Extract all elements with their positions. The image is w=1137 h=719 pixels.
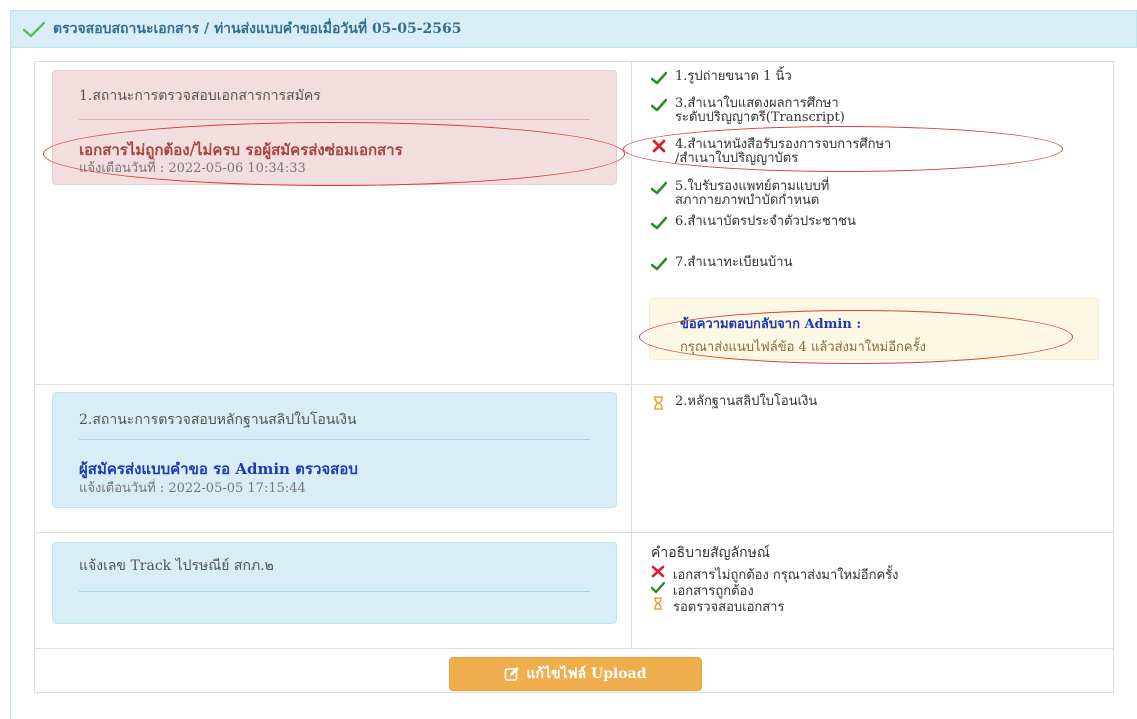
document-item-label: 5.ใบรับรองแพทย์ตามแบบที่ (675, 179, 830, 194)
admin-message-body: กรุณาส่งแนบไฟล์ข้อ 4 แล้วส่งมาใหม่อีกครั… (680, 340, 926, 355)
document-item-label: 6.สำเนาบัตรประจำตัวประชาชน (675, 214, 856, 229)
hourglass-icon (654, 597, 662, 610)
payment-notify-date: แจ้งเตือนวันที่ : 2022-05-05 17:15:44 (79, 481, 306, 496)
document-item-label: ระดับปริญญาตรี(Transcript) (675, 110, 845, 125)
admin-message-title: ข้อความตอบกลับจาก Admin : (680, 317, 862, 332)
document-status-title: 1.สถานะการตรวจสอบเอกสารการสมัคร (79, 88, 321, 104)
document-item-label: 3.สำเนาใบแสดงผลการศึกษา (675, 96, 839, 111)
edit-upload-button[interactable]: แก้ไขไฟล์ Upload (449, 657, 702, 691)
legend: คำอธิบายสัญลักษณ์ เอกสารไม่ถูกต้อง กรุณา… (651, 542, 1101, 615)
check-icon (651, 581, 665, 594)
check-icon (651, 257, 667, 271)
page-header: ตรวจสอบสถานะเอกสาร / ท่านส่งแบบคำขอเมื่อ… (10, 10, 1137, 48)
check-icon (23, 21, 45, 37)
legend-item-label: รอตรวจสอบเอกสาร (673, 600, 785, 615)
check-icon (651, 71, 667, 85)
check-icon (651, 216, 667, 230)
document-item-label: สภากายภาพบำบัดกำหนด (675, 193, 820, 208)
document-item-label: 7.สำเนาทะเบียนบ้าน (675, 255, 793, 270)
left-border (10, 48, 11, 719)
admin-message-box: ข้อความตอบกลับจาก Admin : กรุณาส่งแนบไฟล… (649, 298, 1099, 360)
legend-item-ok: เอกสารถูกต้อง (651, 580, 1101, 599)
document-item-label: 1.รูปถ่ายขนาด 1 นิ้ว (675, 69, 792, 84)
document-item-label: 4.สำเนาหนังสือรับรองการจบการศึกษา (675, 137, 892, 152)
divider (79, 119, 590, 120)
check-icon (651, 181, 667, 195)
cross-icon (652, 139, 666, 153)
payment-item-label: 2.หลักฐานสลิปใบโอนเงิน (675, 394, 818, 409)
page-title: ตรวจสอบสถานะเอกสาร / ท่านส่งแบบคำขอเมื่อ… (53, 21, 462, 37)
edit-icon (505, 667, 520, 681)
cross-icon (651, 565, 665, 578)
document-status-box: 1.สถานะการตรวจสอบเอกสารการสมัคร เอกสารไม… (52, 70, 617, 185)
payment-status-title: 2.สถานะการตรวจสอบหลักฐานสลิปใบโอนเงิน (79, 412, 357, 428)
legend-item-error: เอกสารไม่ถูกต้อง กรุณาส่งมาใหม่อีกครั้ง (651, 564, 1101, 583)
divider (79, 591, 590, 592)
legend-item-pending: รอตรวจสอบเอกสาร (651, 596, 1101, 615)
divider (79, 439, 590, 440)
tracking-title: แจ้งเลข Track ไปรษณีย์ สกภ.๒ (79, 558, 274, 574)
hourglass-icon (654, 396, 663, 410)
legend-title: คำอธิบายสัญลักษณ์ (651, 545, 770, 561)
tracking-box: แจ้งเลข Track ไปรษณีย์ สกภ.๒ (52, 542, 617, 624)
document-notify-date: แจ้งเตือนวันที่ : 2022-05-06 10:34:33 (79, 161, 306, 176)
document-item-label: /สำเนาใบปริญญาบัตร (675, 151, 799, 166)
status-table: 1.สถานะการตรวจสอบเอกสารการสมัคร เอกสารไม… (34, 61, 1114, 693)
check-icon (651, 98, 667, 112)
edit-upload-label: แก้ไขไฟล์ Upload (526, 666, 647, 682)
column-divider (631, 62, 632, 648)
payment-status-box: 2.สถานะการตรวจสอบหลักฐานสลิปใบโอนเงิน ผู… (52, 392, 617, 508)
